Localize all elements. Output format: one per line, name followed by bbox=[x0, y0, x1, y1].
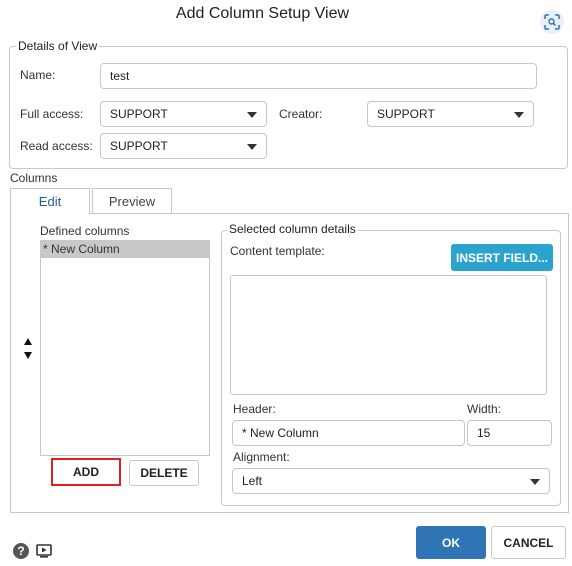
defined-columns-label: Defined columns bbox=[40, 224, 130, 238]
arrow-up-icon[interactable] bbox=[24, 338, 32, 345]
read-access-value: SUPPORT bbox=[110, 139, 168, 153]
full-access-value: SUPPORT bbox=[110, 107, 168, 121]
arrow-down-icon[interactable] bbox=[24, 352, 32, 359]
video-icon[interactable] bbox=[36, 544, 52, 561]
chevron-down-icon bbox=[530, 479, 540, 485]
name-input[interactable]: test bbox=[100, 63, 537, 89]
name-label: Name: bbox=[20, 68, 56, 82]
read-access-select[interactable]: SUPPORT bbox=[100, 133, 267, 159]
ok-button[interactable]: OK bbox=[416, 526, 486, 559]
details-legend: Details of View bbox=[16, 39, 100, 53]
dialog-title: Add Column Setup View bbox=[175, 5, 350, 22]
content-template-textarea[interactable] bbox=[230, 275, 547, 395]
alignment-label: Alignment: bbox=[233, 450, 290, 464]
scan-icon[interactable] bbox=[540, 10, 564, 34]
header-input[interactable]: * New Column bbox=[232, 420, 465, 446]
creator-label: Creator: bbox=[279, 107, 323, 121]
creator-select[interactable]: SUPPORT bbox=[367, 101, 534, 127]
delete-button[interactable]: DELETE bbox=[129, 460, 199, 486]
full-access-select[interactable]: SUPPORT bbox=[100, 101, 267, 127]
full-access-label: Full access: bbox=[20, 107, 84, 121]
alignment-select[interactable]: Left bbox=[232, 468, 550, 494]
chevron-down-icon bbox=[247, 112, 257, 118]
add-button[interactable]: ADD bbox=[51, 458, 121, 486]
content-template-label: Content template: bbox=[230, 244, 325, 258]
width-input[interactable]: 15 bbox=[467, 420, 552, 446]
cancel-button[interactable]: CANCEL bbox=[491, 526, 566, 559]
header-value: * New Column bbox=[242, 426, 319, 440]
header-label: Header: bbox=[233, 402, 276, 416]
width-label: Width: bbox=[467, 402, 502, 416]
tab-edit[interactable]: Edit bbox=[10, 188, 90, 215]
creator-value: SUPPORT bbox=[377, 107, 435, 121]
read-access-label: Read access: bbox=[20, 139, 93, 153]
insert-field-button[interactable]: INSERT FIELD... bbox=[451, 244, 553, 271]
selected-details-legend: Selected column details bbox=[227, 222, 358, 236]
chevron-down-icon bbox=[514, 112, 524, 118]
tab-preview[interactable]: Preview bbox=[92, 188, 172, 213]
list-item[interactable]: * New Column bbox=[41, 241, 209, 258]
alignment-value: Left bbox=[242, 474, 263, 488]
width-value: 15 bbox=[477, 426, 491, 440]
name-value: test bbox=[110, 69, 130, 83]
chevron-down-icon bbox=[247, 144, 257, 150]
columns-label: Columns bbox=[10, 171, 58, 185]
help-icon[interactable]: ? bbox=[13, 543, 29, 559]
defined-columns-list[interactable]: * New Column bbox=[40, 240, 210, 456]
